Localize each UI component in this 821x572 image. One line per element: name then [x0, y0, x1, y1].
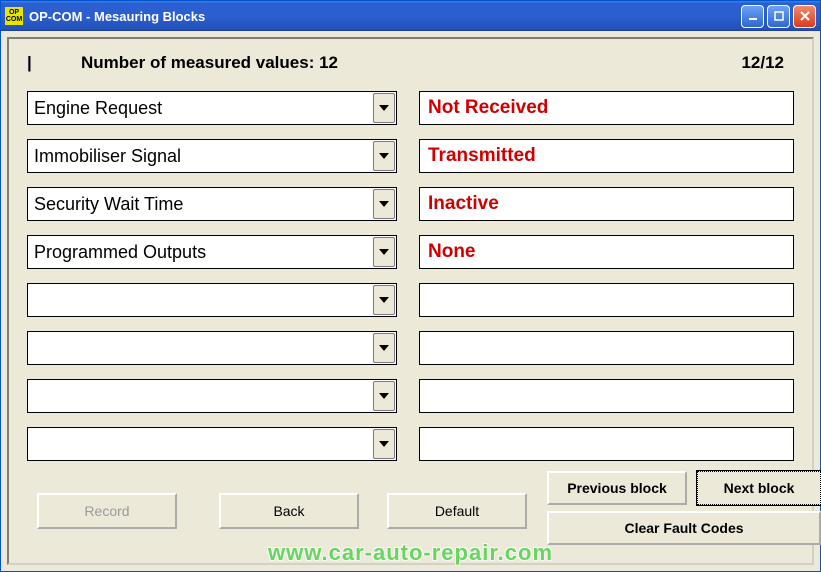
measuring-row [27, 331, 794, 365]
measuring-row: Programmed Outputs None [27, 235, 794, 269]
clear-fault-codes-button[interactable]: Clear Fault Codes [547, 511, 821, 545]
param-select-5[interactable] [27, 283, 397, 317]
chevron-down-icon [373, 237, 395, 267]
content-panel: | Number of measured values: 12 12/12 En… [7, 37, 814, 565]
chevron-down-icon [373, 141, 395, 171]
value-box-4: None [419, 235, 794, 269]
value-box-2: Transmitted [419, 139, 794, 173]
chevron-down-icon [373, 93, 395, 123]
measuring-row [27, 283, 794, 317]
button-area: Record Back Default Previous block Next … [27, 471, 794, 553]
value-box-1: Not Received [419, 91, 794, 125]
close-button[interactable] [793, 5, 816, 28]
param-select-6[interactable] [27, 331, 397, 365]
measuring-row [27, 379, 794, 413]
measuring-row: Engine Request Not Received [27, 91, 794, 125]
param-label: Immobiliser Signal [34, 146, 181, 167]
window-title: OP-COM - Mesauring Blocks [29, 9, 205, 24]
value-box-3: Inactive [419, 187, 794, 221]
measured-count-label: Number of measured values: 12 [81, 53, 338, 73]
chevron-down-icon [373, 333, 395, 363]
param-select-4[interactable]: Programmed Outputs [27, 235, 397, 269]
header-index: | [27, 53, 51, 73]
title-bar: OP COM OP-COM - Mesauring Blocks [1, 1, 820, 31]
page-indicator: 12/12 [741, 53, 784, 73]
next-block-button[interactable]: Next block [697, 471, 821, 505]
maximize-button[interactable] [767, 5, 790, 28]
value-box-6 [419, 331, 794, 365]
record-button: Record [37, 493, 177, 529]
value-box-5 [419, 283, 794, 317]
chevron-down-icon [373, 381, 395, 411]
chevron-down-icon [373, 189, 395, 219]
measuring-row [27, 427, 794, 461]
app-window: OP COM OP-COM - Mesauring Blocks | Numbe… [0, 0, 821, 572]
default-button[interactable]: Default [387, 493, 527, 529]
param-label: Programmed Outputs [34, 242, 206, 263]
measuring-rows: Engine Request Not Received Immobiliser … [27, 91, 794, 461]
param-label: Security Wait Time [34, 194, 183, 215]
param-select-1[interactable]: Engine Request [27, 91, 397, 125]
app-icon: OP COM [5, 7, 23, 25]
param-select-8[interactable] [27, 427, 397, 461]
param-label: Engine Request [34, 98, 162, 119]
previous-block-button[interactable]: Previous block [547, 471, 687, 505]
param-select-7[interactable] [27, 379, 397, 413]
value-box-8 [419, 427, 794, 461]
header-row: | Number of measured values: 12 12/12 [27, 47, 794, 79]
minimize-button[interactable] [741, 5, 764, 28]
back-button[interactable]: Back [219, 493, 359, 529]
chevron-down-icon [373, 285, 395, 315]
chevron-down-icon [373, 429, 395, 459]
value-box-7 [419, 379, 794, 413]
param-select-2[interactable]: Immobiliser Signal [27, 139, 397, 173]
measuring-row: Immobiliser Signal Transmitted [27, 139, 794, 173]
measuring-row: Security Wait Time Inactive [27, 187, 794, 221]
param-select-3[interactable]: Security Wait Time [27, 187, 397, 221]
